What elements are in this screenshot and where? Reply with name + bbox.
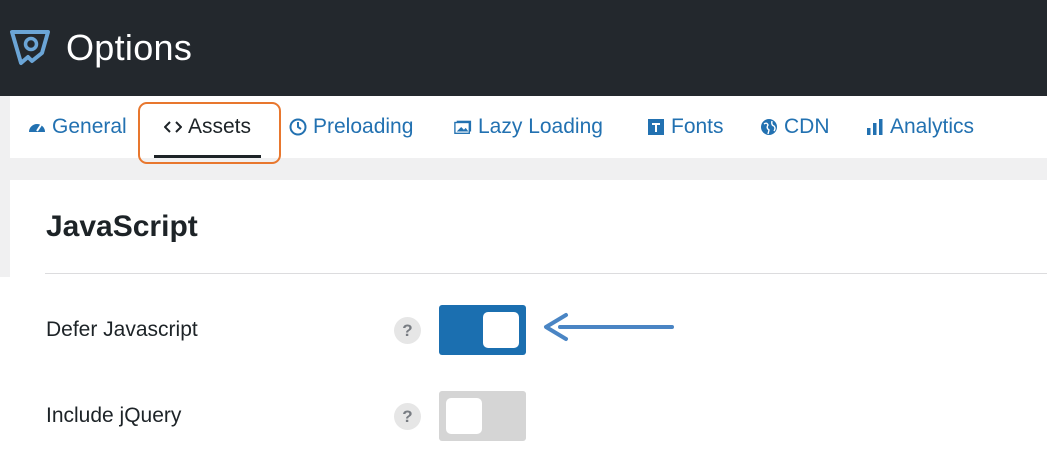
tab-analytics[interactable]: Analytics bbox=[866, 96, 974, 158]
tab-label: Fonts bbox=[671, 115, 724, 138]
tab-preloading[interactable]: Preloading bbox=[289, 96, 413, 158]
section-title: JavaScript bbox=[46, 210, 198, 243]
section-divider bbox=[45, 273, 1047, 274]
arrow-left-icon bbox=[544, 313, 674, 341]
globe-icon bbox=[760, 118, 778, 136]
defer-javascript-label: Defer Javascript bbox=[46, 318, 198, 341]
tab-label: Preloading bbox=[313, 115, 414, 138]
include-jquery-toggle[interactable] bbox=[439, 391, 526, 441]
defer-javascript-toggle[interactable] bbox=[439, 305, 526, 355]
tab-label: General bbox=[52, 115, 127, 138]
fonts-icon bbox=[647, 118, 665, 136]
tab-cdn[interactable]: CDN bbox=[760, 96, 830, 158]
chart-icon bbox=[866, 118, 884, 136]
help-icon[interactable]: ? bbox=[394, 317, 421, 344]
tab-label: Analytics bbox=[890, 115, 975, 138]
include-jquery-label: Include jQuery bbox=[46, 404, 182, 427]
top-header: Options bbox=[0, 0, 1047, 96]
tab-fonts[interactable]: Fonts bbox=[647, 96, 724, 158]
dashboard-icon bbox=[28, 118, 46, 136]
toggle-knob bbox=[446, 398, 482, 434]
tab-label: Lazy Loading bbox=[478, 115, 603, 138]
tab-label: CDN bbox=[784, 115, 830, 138]
page-title: Options bbox=[66, 27, 193, 68]
clock-icon bbox=[289, 118, 307, 136]
logo-icon bbox=[10, 30, 50, 65]
tab-lazy-loading[interactable]: Lazy Loading bbox=[454, 96, 603, 158]
help-icon[interactable]: ? bbox=[394, 403, 421, 430]
image-icon bbox=[454, 118, 472, 136]
active-tab-highlight bbox=[138, 102, 281, 164]
tab-general[interactable]: General bbox=[28, 96, 127, 158]
toggle-knob bbox=[483, 312, 519, 348]
